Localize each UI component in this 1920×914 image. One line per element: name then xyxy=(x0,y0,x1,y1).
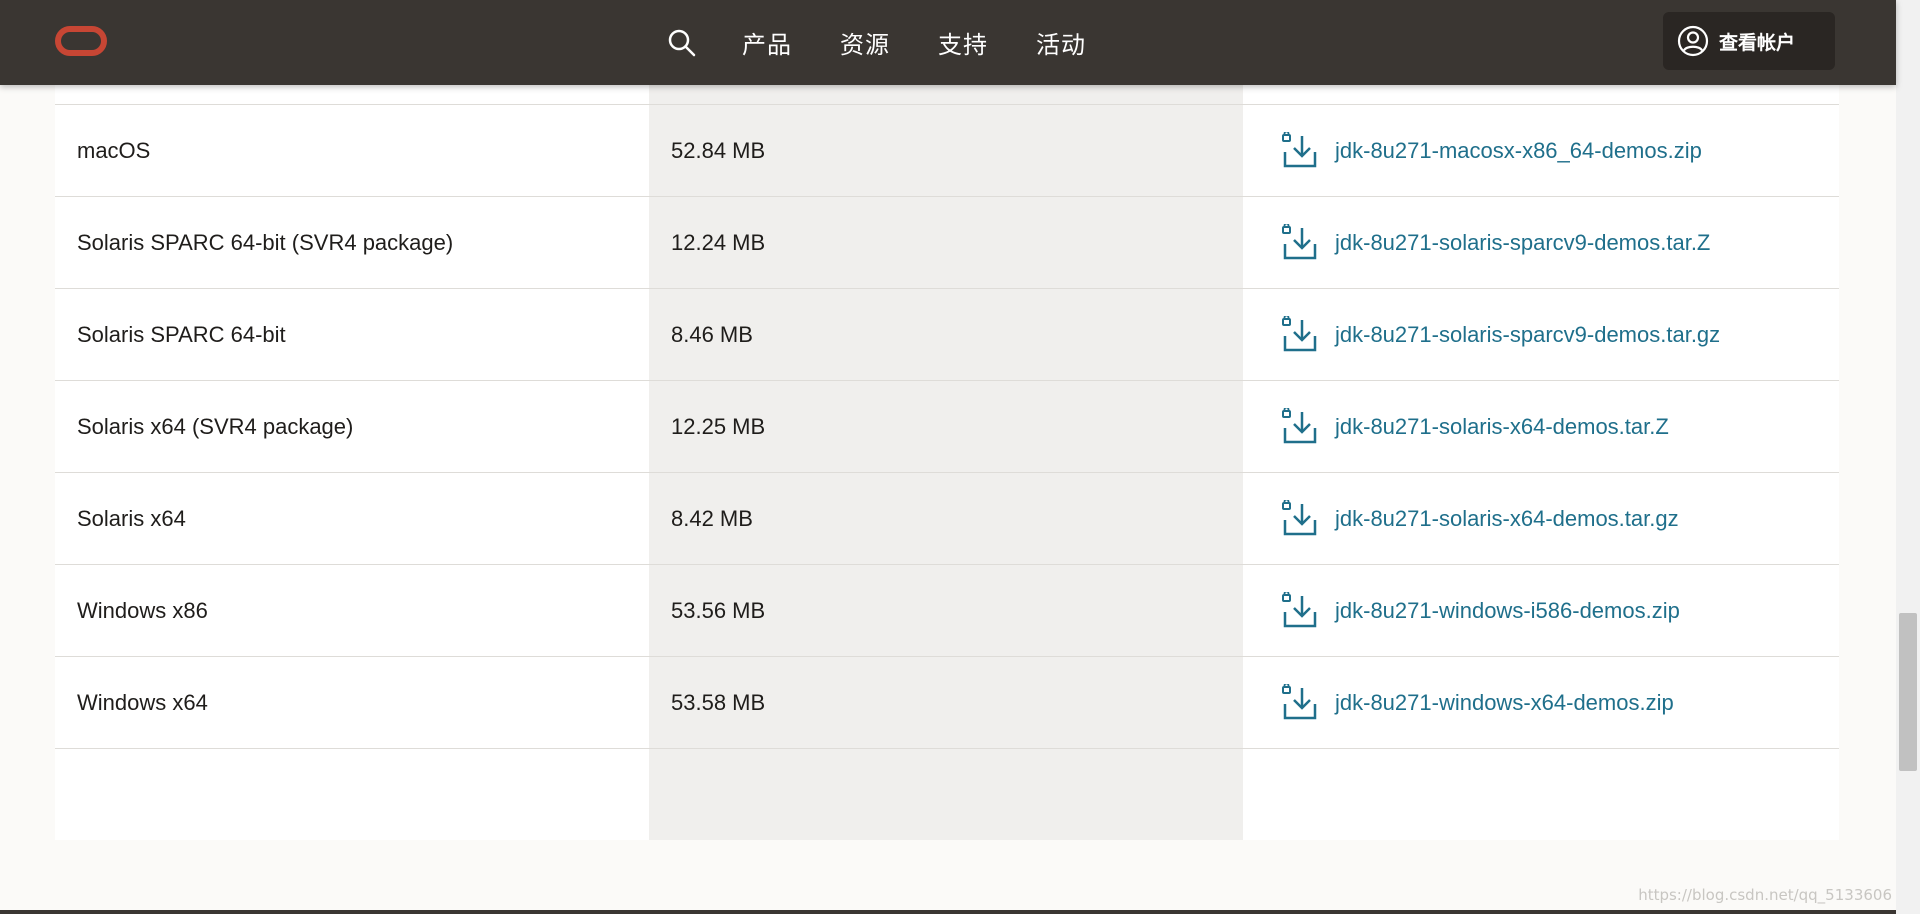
download-icon[interactable] xyxy=(1281,407,1319,446)
download-icon[interactable] xyxy=(1281,223,1319,262)
download-cell: jdk-8u271-solaris-x64-demos.tar.gz xyxy=(1281,473,1831,564)
view-account-button[interactable]: 查看帐户 xyxy=(1663,12,1835,70)
download-cell: jdk-8u271-solaris-sparcv9-demos.tar.Z xyxy=(1281,197,1831,288)
os-cell: Windows x64 xyxy=(77,689,208,715)
page: Linux x64 Compressed Archive 52.58 MB jd… xyxy=(0,0,1920,914)
download-link[interactable]: jdk-8u271-solaris-x64-demos.tar.gz xyxy=(1335,506,1679,532)
table-row: Solaris SPARC 64-bit 8.46 MB jdk-8u271-s… xyxy=(55,288,1839,380)
download-link[interactable]: jdk-8u271-macosx-x86_64-demos.zip xyxy=(1335,138,1702,164)
download-cell: jdk-8u271-solaris-sparcv9-demos.tar.gz xyxy=(1281,289,1831,380)
download-icon[interactable] xyxy=(1281,591,1319,630)
size-cell: 12.25 MB xyxy=(671,413,766,439)
table-row: Solaris x64 (SVR4 package) 12.25 MB jdk-… xyxy=(55,380,1839,472)
size-cell: 53.56 MB xyxy=(671,597,766,623)
main-nav: 产品 资源 支持 活动 xyxy=(666,0,1134,85)
os-cell: Windows x86 xyxy=(77,597,208,623)
table-row: macOS 52.84 MB jdk-8u271-macosx-x86_64-d… xyxy=(55,104,1839,196)
size-cell: 52.84 MB xyxy=(671,137,766,163)
os-cell: Solaris SPARC 64-bit xyxy=(77,321,286,347)
oracle-logo[interactable] xyxy=(55,26,107,56)
size-cell: 8.42 MB xyxy=(671,505,753,531)
download-link[interactable]: jdk-8u271-windows-i586-demos.zip xyxy=(1335,598,1680,624)
nav-item-resources[interactable]: 资源 xyxy=(840,25,890,60)
table-row: Windows x86 53.56 MB jdk-8u271-windows-i… xyxy=(55,564,1839,656)
download-link[interactable]: jdk-8u271-solaris-sparcv9-demos.tar.gz xyxy=(1335,322,1720,348)
os-cell: Solaris x64 (SVR4 package) xyxy=(77,413,354,439)
top-nav-bar: 产品 资源 支持 活动 查看帐户 xyxy=(0,0,1896,85)
size-cell: 53.58 MB xyxy=(671,689,766,715)
size-cell: 8.46 MB xyxy=(671,321,753,347)
watermark: https://blog.csdn.net/qq_5133606 xyxy=(1638,886,1892,904)
search-icon[interactable] xyxy=(666,27,698,59)
vertical-scrollbar[interactable] xyxy=(1896,0,1920,914)
downloads-table: Linux x64 Compressed Archive 52.58 MB jd… xyxy=(55,0,1839,840)
download-cell: jdk-8u271-macosx-x86_64-demos.zip xyxy=(1281,105,1831,196)
download-cell: jdk-8u271-windows-i586-demos.zip xyxy=(1281,565,1831,656)
download-cell: jdk-8u271-windows-x64-demos.zip xyxy=(1281,657,1831,748)
nav-item-events[interactable]: 活动 xyxy=(1036,25,1086,60)
view-account-label: 查看帐户 xyxy=(1719,31,1796,54)
size-cell: 12.24 MB xyxy=(671,229,766,255)
nav-item-products[interactable]: 产品 xyxy=(742,25,792,60)
table-row: Windows x64 53.58 MB jdk-8u271-windows-x… xyxy=(55,656,1839,749)
download-icon[interactable] xyxy=(1281,683,1319,722)
table-row: Solaris x64 8.42 MB jdk-8u271-solaris-x6… xyxy=(55,472,1839,564)
download-icon[interactable] xyxy=(1281,315,1319,354)
table-row: Solaris SPARC 64-bit (SVR4 package) 12.2… xyxy=(55,196,1839,288)
download-cell: jdk-8u271-solaris-x64-demos.tar.Z xyxy=(1281,381,1831,472)
download-link[interactable]: jdk-8u271-windows-x64-demos.zip xyxy=(1335,690,1674,716)
nav-item-support[interactable]: 支持 xyxy=(938,25,988,60)
download-icon[interactable] xyxy=(1281,131,1319,170)
table-body: Linux x64 Compressed Archive 52.58 MB jd… xyxy=(55,12,1839,749)
os-cell: macOS xyxy=(77,137,151,163)
os-cell: Solaris SPARC 64-bit (SVR4 package) xyxy=(77,229,454,255)
download-link[interactable]: jdk-8u271-solaris-x64-demos.tar.Z xyxy=(1335,414,1669,440)
download-link[interactable]: jdk-8u271-solaris-sparcv9-demos.tar.Z xyxy=(1335,230,1710,256)
download-icon[interactable] xyxy=(1281,499,1319,538)
bottom-edge xyxy=(0,910,1896,914)
scrollbar-thumb[interactable] xyxy=(1899,613,1917,771)
user-icon xyxy=(1677,25,1709,57)
os-cell: Solaris x64 xyxy=(77,505,186,531)
